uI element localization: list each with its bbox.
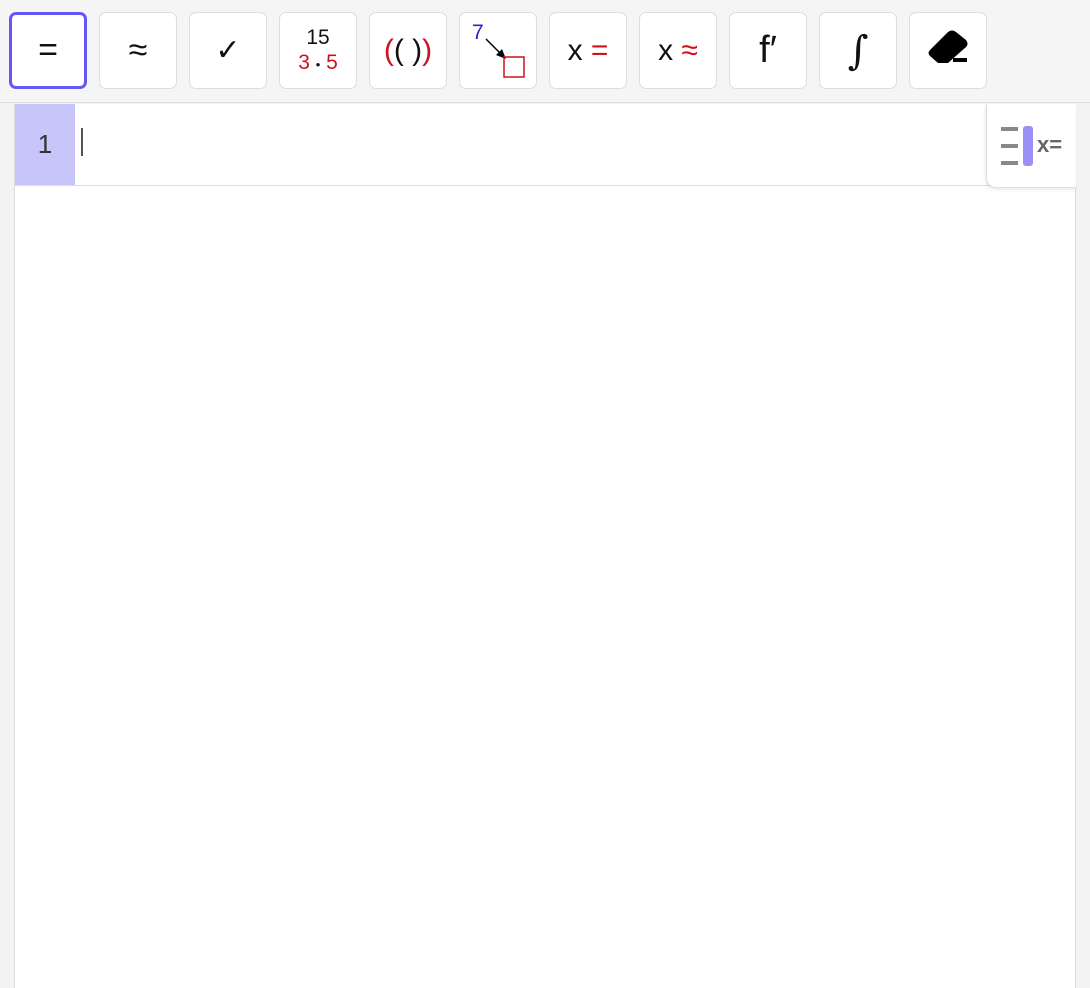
stylebar-toggle-button[interactable]: x= [986, 104, 1076, 188]
equals-icon: = [590, 33, 609, 67]
keep-input-button[interactable]: ✓ [189, 12, 267, 89]
derivative-button[interactable]: f′ [729, 12, 807, 89]
cas-view: 1 [14, 104, 1077, 988]
numeric-solve-button[interactable]: x ≈ [639, 12, 717, 89]
numeric-button[interactable]: ≈ [99, 12, 177, 89]
paren-icon: ( [383, 33, 394, 67]
cas-toolbar: = ≈ ✓ 15 3 • 5 (( )) 7 x = x ≈ f′ ∫ [0, 0, 1090, 103]
evaluate-button[interactable]: = [9, 12, 87, 89]
x-label: x [567, 33, 583, 67]
stylebar-label: x= [1037, 132, 1063, 157]
cas-input[interactable] [77, 104, 977, 185]
eraser-icon [928, 30, 968, 63]
delete-button[interactable] [909, 12, 987, 89]
equals-icon: = [38, 31, 58, 69]
paren-icon: ) [422, 33, 433, 67]
cas-row[interactable]: 1 [15, 104, 1077, 186]
factor-button[interactable]: 15 3 • 5 [279, 12, 357, 89]
approx-icon: ≈ [128, 31, 148, 69]
check-icon: ✓ [215, 34, 241, 67]
substitute-arrow-icon [485, 38, 525, 78]
stylebar-icon [1001, 126, 1033, 166]
substitute-button[interactable]: 7 [459, 12, 537, 89]
solve-button[interactable]: x = [549, 12, 627, 89]
row-number[interactable]: 1 [15, 104, 75, 185]
integral-button[interactable]: ∫ [819, 12, 897, 89]
factor-top: 15 [306, 25, 330, 49]
x-label: x [658, 33, 674, 67]
expand-button[interactable]: (( )) [369, 12, 447, 89]
derivative-icon: f′ [759, 29, 777, 71]
paren-icon: ( ) [393, 33, 423, 67]
integral-icon: ∫ [847, 27, 869, 74]
factor-bottom: 3 • 5 [298, 50, 338, 74]
text-caret [81, 128, 83, 156]
approx-icon: ≈ [681, 33, 698, 67]
